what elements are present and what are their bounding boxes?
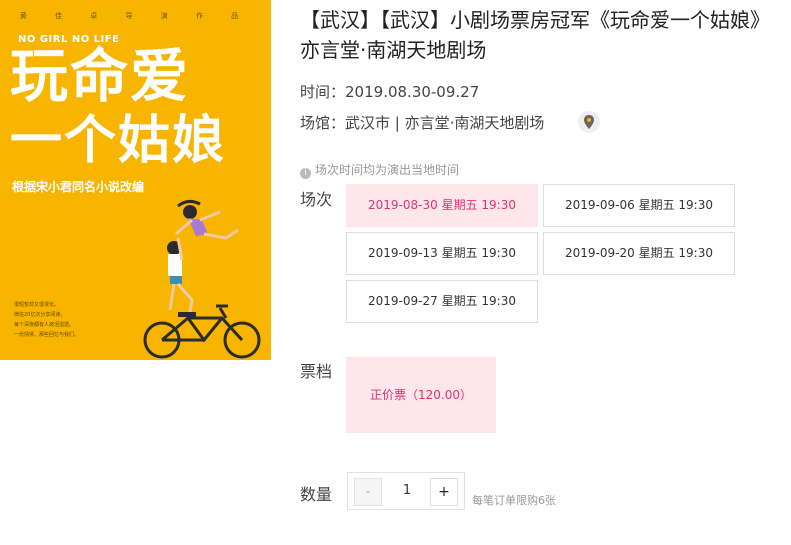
poster-small-line: 一份情愫、那些回忆与我们。 bbox=[14, 332, 80, 338]
event-title: 【武汉】【武汉】小剧场票房冠军《玩命爱一个姑娘》亦言堂·南湖天地剧场 bbox=[300, 8, 770, 62]
quantity-value[interactable]: 1 bbox=[384, 473, 430, 509]
decrement-button[interactable]: - bbox=[354, 478, 382, 506]
quantity-stepper: - 1 + bbox=[347, 472, 465, 510]
session-option[interactable]: 2019-09-27 星期五 19:30 bbox=[346, 280, 538, 323]
time-value: 2019.08.30-09.27 bbox=[345, 83, 480, 101]
session-option[interactable]: 2019-09-20 星期五 19:30 bbox=[543, 232, 735, 275]
poster-small-line: 每个深夜都有人被泪湿透。 bbox=[14, 322, 75, 328]
event-venue-row: 场馆：武汉市 | 亦言堂·南湖天地剧场 bbox=[300, 112, 544, 133]
poster-credits: 黄 佳 卓 导 演 作 品 bbox=[19, 12, 252, 20]
venue-value: 武汉市 | 亦言堂·南湖天地剧场 bbox=[345, 114, 545, 132]
event-time-row: 时间：2019.08.30-09.27 bbox=[300, 81, 479, 102]
map-pin-icon[interactable] bbox=[578, 111, 600, 133]
session-option[interactable]: 2019-09-13 星期五 19:30 bbox=[346, 232, 538, 275]
bicycle-couple-illustration bbox=[143, 199, 261, 359]
ticket-tier-option[interactable]: 正价票（120.00） bbox=[346, 357, 496, 433]
timezone-note-text: 场次时间均为演出当地时间 bbox=[315, 163, 460, 177]
poster-small-text: 很短暂却又很漫长。 微信20亿次分享阅读。 每个深夜都有人被泪湿透。 一份情愫、… bbox=[14, 300, 79, 340]
poster-small-line: 微信20亿次分享阅读。 bbox=[14, 312, 66, 318]
poster-subtitle: 根据宋小君同名小说改编 bbox=[12, 180, 145, 194]
ticket-tier-label: 票档 bbox=[300, 362, 333, 381]
increment-button[interactable]: + bbox=[430, 478, 458, 506]
time-label: 时间： bbox=[300, 83, 346, 101]
poster-title-line1: 玩命爱 bbox=[10, 42, 191, 110]
quantity-label: 数量 bbox=[300, 485, 333, 504]
poster-title-line2: 一个姑娘 bbox=[10, 111, 227, 171]
purchase-limit-note: 每笔订单限购6张 bbox=[472, 494, 556, 507]
timezone-note: i 场次时间均为演出当地时间 bbox=[300, 161, 459, 179]
event-poster: 黄 佳 卓 导 演 作 品 NO GIRL NO LIFE 玩命爱 一个姑娘 根… bbox=[0, 0, 271, 360]
info-icon: i bbox=[300, 168, 311, 179]
venue-label: 场馆： bbox=[300, 114, 346, 132]
session-option[interactable]: 2019-09-06 星期五 19:30 bbox=[543, 184, 735, 227]
poster-small-line: 很短暂却又很漫长。 bbox=[14, 302, 60, 308]
session-option[interactable]: 2019-08-30 星期五 19:30 bbox=[346, 184, 538, 227]
sessions-label: 场次 bbox=[300, 190, 333, 209]
